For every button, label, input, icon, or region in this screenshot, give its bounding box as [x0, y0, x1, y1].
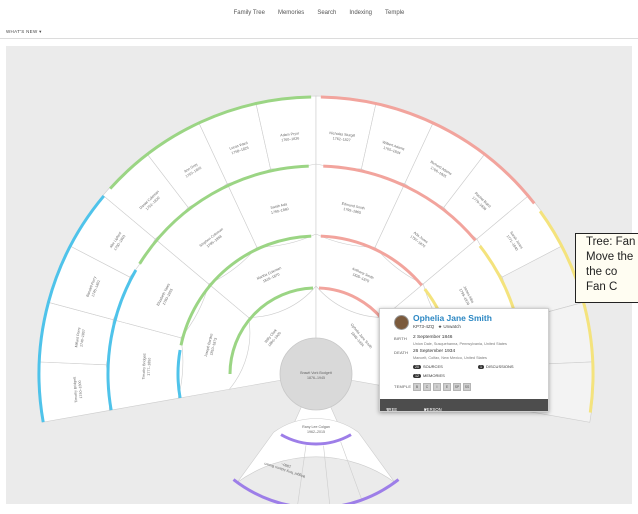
birth-label: BIRTH — [394, 336, 407, 341]
callout-line: the co — [586, 266, 618, 278]
person-label: PERSON — [424, 407, 442, 412]
ordinance-icon-sealing-spouse[interactable]: SS — [463, 383, 471, 391]
nav-family-tree[interactable]: Family Tree — [234, 10, 265, 16]
callout-line: Fan C — [586, 281, 618, 293]
whats-new-menu[interactable]: WHAT'S NEW ▾ — [6, 29, 42, 35]
sources-count: 20 — [413, 364, 421, 369]
memories-badge[interactable]: 12 MEMORIES — [413, 373, 445, 378]
callout-line: Tree: Fan C — [586, 236, 638, 248]
person-id: KP73-4ZQ ★ Unwatch — [413, 324, 461, 330]
child-name: Rany Lee Colgan — [302, 425, 330, 429]
memories-label: MEMORIES — [423, 373, 445, 378]
ordinance-icon-confirmation[interactable]: C — [423, 383, 431, 391]
sources-badge[interactable]: 20 SOURCES — [413, 364, 443, 369]
sub-toolbar: WHAT'S NEW ▾ — [0, 26, 638, 39]
nav-memories[interactable]: Memories — [278, 10, 304, 16]
person-avatar — [394, 315, 409, 330]
nav-temple[interactable]: Temple — [385, 10, 404, 16]
top-navigation: Family Tree Memories Search Indexing Tem… — [0, 0, 638, 26]
ordinance-icons: B C I E SP SS — [413, 383, 471, 391]
root-person-name: Brawit Vork Bodgett — [300, 371, 332, 375]
nav-indexing[interactable]: Indexing — [349, 10, 372, 16]
person-id-value: KP73-4ZQ — [413, 324, 435, 329]
discussions-badge[interactable]: 1 DISCUSSIONS — [478, 364, 514, 369]
ordinance-icon-baptism[interactable]: B — [413, 383, 421, 391]
nav-search[interactable]: Search — [317, 10, 336, 16]
fan-chart-canvas[interactable]: Rany Lee Colgan 1962–2015 Wigget Tony Adam… — [6, 46, 632, 504]
person-card-popup[interactable]: Ophelia Jane Smith KP73-4ZQ ★ Unwatch BI… — [379, 308, 549, 412]
discussions-count: 1 — [478, 364, 484, 369]
watch-toggle[interactable]: ★ Unwatch — [438, 324, 461, 329]
ordinance-icon-initiatory[interactable]: I — [433, 383, 441, 391]
tutorial-callout: Tree: Fan C Move the the co Fan C — [575, 233, 638, 303]
person-name[interactable]: Ophelia Jane Smith — [413, 313, 492, 323]
popup-footer: ⋖ TREE ● PERSON — [380, 399, 548, 412]
ordinance-icon-endowment[interactable]: E — [443, 383, 451, 391]
grandchild-line-arc — [232, 478, 400, 504]
temple-label: TEMPLE — [394, 384, 412, 389]
death-date: 26 September 1934 — [413, 349, 456, 354]
birth-place: Union Dale, Susquehanna, Pennsylvania, U… — [413, 342, 507, 346]
gen3-person-dates: 1777–1850 — [147, 358, 152, 376]
death-label: DEATH — [394, 350, 409, 355]
discussions-label: DISCUSSIONS — [486, 364, 514, 369]
tree-label: TREE — [386, 407, 398, 412]
callout-line: Move the — [586, 251, 634, 263]
fan-chart[interactable]: Rany Lee Colgan 1962–2015Wigget Tony Adam… — [6, 46, 632, 504]
ordinance-icon-sealing-parents[interactable]: SP — [453, 383, 461, 391]
root-person-dates: 1876–1945 — [307, 376, 325, 380]
birth-date: 2 September 1846 — [413, 335, 453, 340]
memories-count: 12 — [413, 373, 421, 378]
death-place: Mancelt, Colfax, New Mexico, United Stat… — [413, 356, 487, 360]
sources-label: SOURCES — [423, 364, 443, 369]
child-dates: 1962–2015 — [307, 430, 325, 434]
